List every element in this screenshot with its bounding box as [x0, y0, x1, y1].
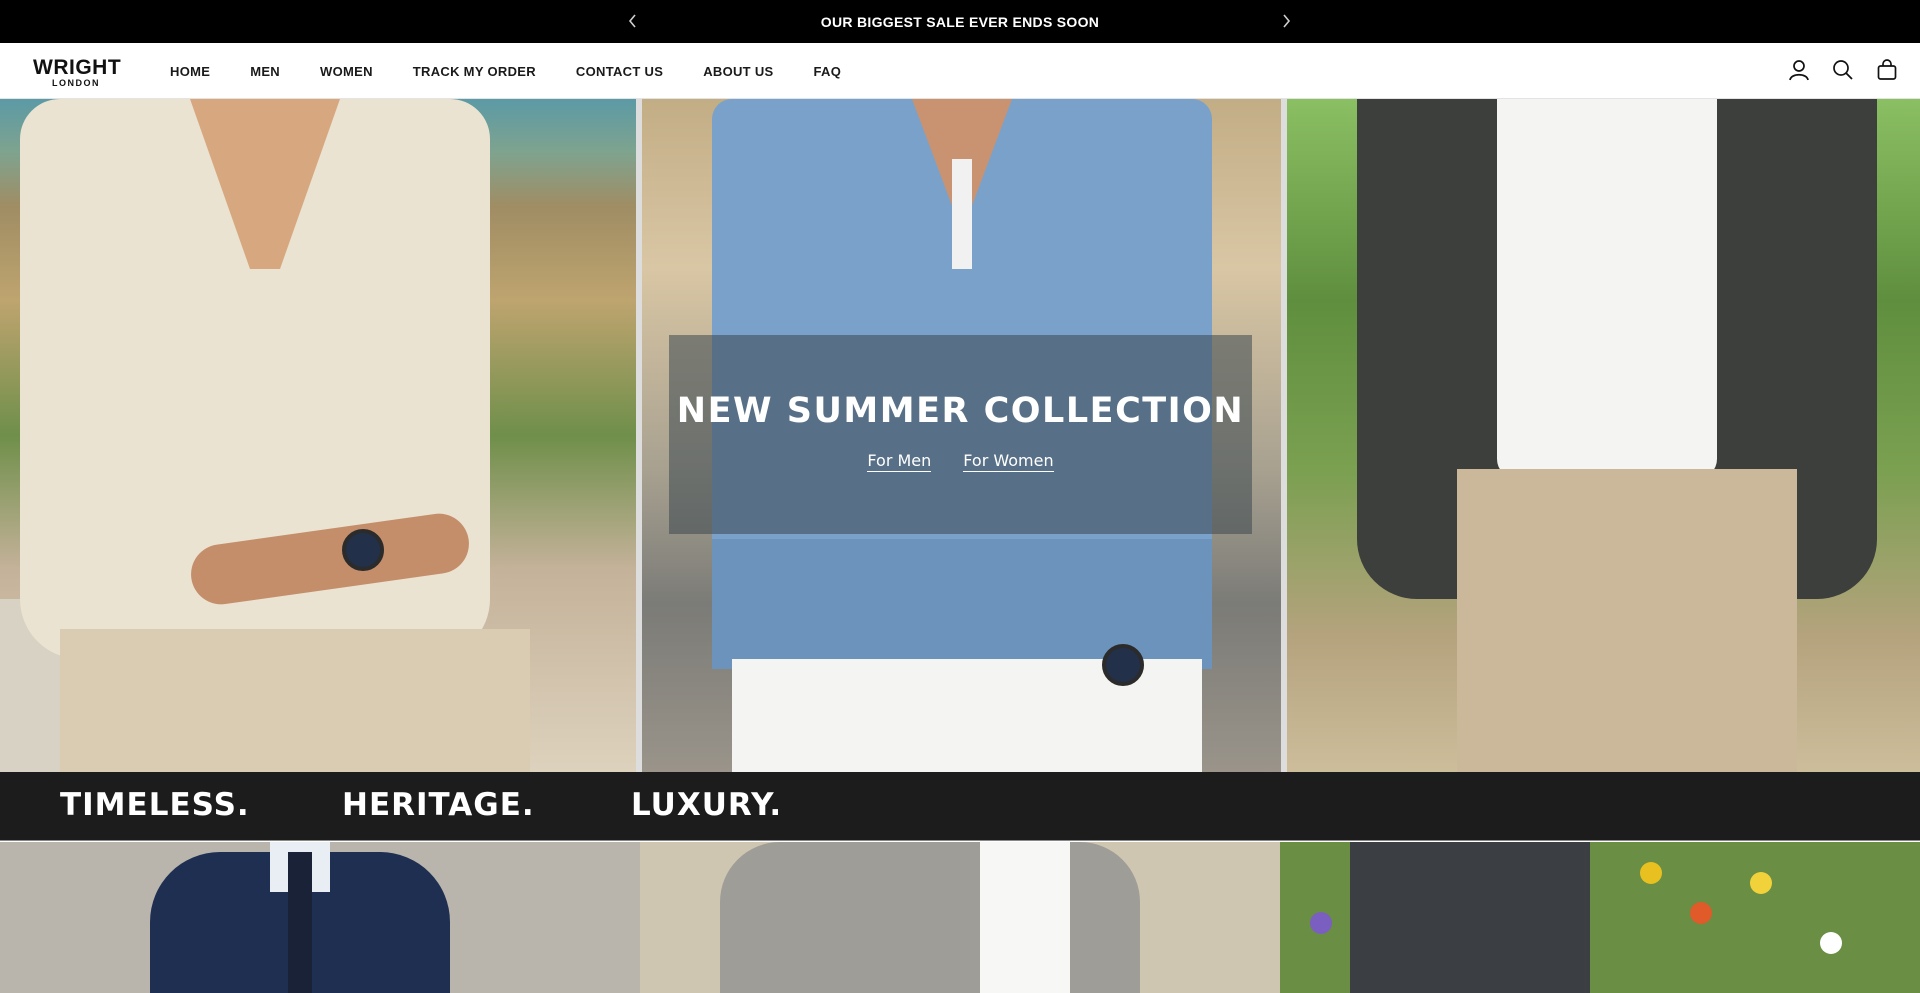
wristwatch [1102, 644, 1144, 686]
polo-placket [952, 159, 972, 269]
flower [1750, 872, 1772, 894]
search-icon[interactable] [1831, 58, 1855, 82]
nav-track-my-order[interactable]: TRACK MY ORDER [393, 64, 556, 79]
collection-tile-blazer[interactable] [640, 842, 1280, 993]
chevron-right-icon[interactable] [1276, 11, 1296, 31]
hero-banner[interactable]: NEW SUMMER COLLECTION For Men For Women [0, 99, 1920, 772]
neckline [190, 99, 340, 269]
white-shirt [980, 842, 1070, 993]
announcement-bar: OUR BIGGEST SALE EVER ENDS SOON [0, 0, 1920, 43]
chevron-left-icon[interactable] [623, 11, 643, 31]
nav-women[interactable]: WOMEN [300, 64, 393, 79]
flower [1690, 902, 1712, 924]
flower [1310, 912, 1332, 934]
hero-image-shirt [0, 99, 636, 772]
nav-about-us[interactable]: ABOUT US [683, 64, 793, 79]
tagline-timeless: TIMELESS. [60, 787, 250, 823]
tagline-luxury: LUXURY. [631, 787, 783, 823]
grey-blazer [720, 842, 1140, 993]
chinos [60, 629, 530, 772]
cart-bag-icon[interactable] [1875, 58, 1899, 82]
white-tee [1497, 99, 1717, 479]
beige-trousers [1457, 469, 1797, 772]
main-nav: HOME MEN WOMEN TRACK MY ORDER CONTACT US… [150, 43, 861, 99]
wristwatch [342, 529, 384, 571]
flower [1820, 932, 1842, 954]
hero-overlay: NEW SUMMER COLLECTION For Men For Women [669, 335, 1252, 534]
collection-tile-suit[interactable] [0, 842, 640, 993]
nav-contact-us[interactable]: CONTACT US [556, 64, 683, 79]
for-men-link[interactable]: For Men [867, 451, 932, 472]
collection-grid [0, 842, 1920, 993]
announcement-text[interactable]: OUR BIGGEST SALE EVER ENDS SOON [821, 14, 1099, 30]
necktie [288, 852, 312, 993]
tagline-heritage: HERITAGE. [342, 787, 535, 823]
collection-tile-trousers[interactable] [1280, 842, 1920, 993]
nav-faq[interactable]: FAQ [793, 64, 861, 79]
brand-logo[interactable]: WRIGHT LONDON [33, 56, 122, 88]
hero-links: For Men For Women [867, 451, 1054, 472]
account-icon[interactable] [1787, 58, 1811, 82]
tagline-strip: TIMELESS. HERITAGE. LUXURY. [0, 772, 1920, 841]
header-actions [1787, 58, 1899, 82]
hero-image-jacket [1287, 99, 1920, 772]
herringbone-trousers [1350, 842, 1590, 993]
logo-wordmark: WRIGHT [33, 56, 122, 79]
hero-title: NEW SUMMER COLLECTION [676, 391, 1245, 431]
logo-subtitle: LONDON [52, 78, 100, 88]
flower [1640, 862, 1662, 884]
for-women-link[interactable]: For Women [963, 451, 1054, 472]
nav-men[interactable]: MEN [230, 64, 300, 79]
nav-home[interactable]: HOME [150, 64, 230, 79]
site-header: WRIGHT LONDON HOME MEN WOMEN TRACK MY OR… [0, 43, 1920, 99]
